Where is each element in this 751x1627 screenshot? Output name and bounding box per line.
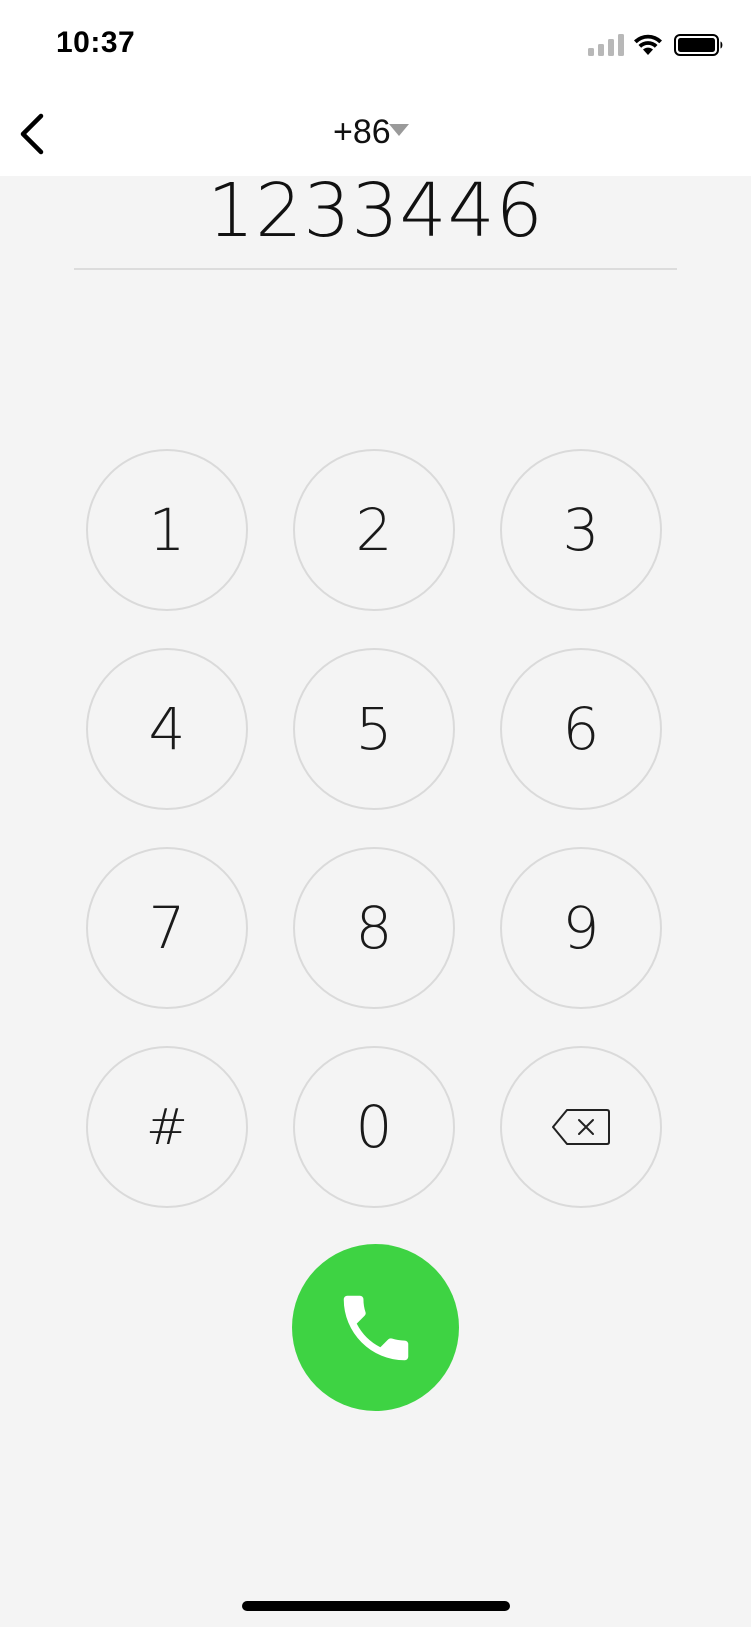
key-4-label: 4 (148, 695, 186, 763)
number-divider (74, 268, 677, 270)
key-0-label: 0 (355, 1093, 393, 1161)
home-indicator[interactable] (242, 1601, 510, 1611)
key-8[interactable]: 8 (293, 847, 455, 1009)
cellular-signal-icon (588, 34, 624, 56)
dialed-number: 1233446 (207, 168, 544, 254)
chevron-left-icon (20, 113, 44, 155)
key-7[interactable]: 7 (86, 847, 248, 1009)
country-code-label: +86 (333, 113, 391, 151)
status-bar: 10:37 (0, 0, 751, 92)
key-5-label: 5 (355, 695, 393, 763)
key-2[interactable]: 2 (293, 449, 455, 611)
key-9[interactable]: 9 (500, 847, 662, 1009)
key-6[interactable]: 6 (500, 648, 662, 810)
back-button[interactable] (10, 106, 58, 162)
nav-bar: +86 (0, 92, 751, 176)
key-3-label: 3 (562, 496, 600, 564)
key-hash-label: # (146, 1098, 188, 1156)
key-8-label: 8 (355, 894, 393, 962)
delete-button[interactable] (500, 1046, 662, 1208)
key-5[interactable]: 5 (293, 648, 455, 810)
backspace-icon (552, 1109, 610, 1145)
key-7-label: 7 (148, 894, 186, 962)
caret-down-icon (388, 124, 409, 136)
key-hash[interactable]: # (86, 1046, 248, 1208)
battery-icon (674, 34, 723, 56)
key-3[interactable]: 3 (500, 449, 662, 611)
status-time: 10:37 (56, 26, 136, 59)
phone-handset-icon (343, 1295, 408, 1360)
key-0[interactable]: 0 (293, 1046, 455, 1208)
key-9-label: 9 (562, 894, 600, 962)
key-2-label: 2 (355, 496, 393, 564)
wifi-icon (634, 34, 662, 55)
key-4[interactable]: 4 (86, 648, 248, 810)
key-1[interactable]: 1 (86, 449, 248, 611)
key-6-label: 6 (562, 695, 600, 763)
call-button[interactable] (292, 1244, 459, 1411)
key-1-label: 1 (148, 496, 186, 564)
country-code-selector[interactable]: +86 (333, 110, 409, 154)
